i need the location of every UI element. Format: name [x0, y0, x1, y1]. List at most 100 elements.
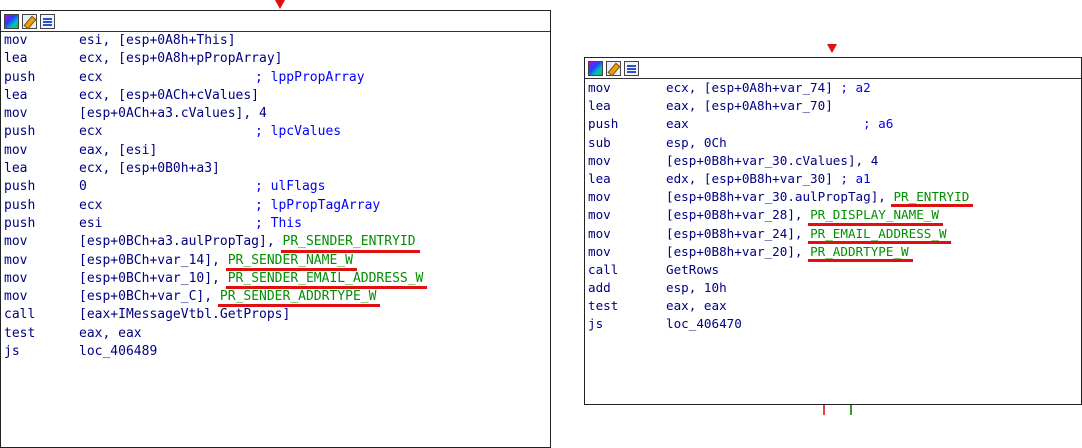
code-line[interactable]: test eax, eax [585, 297, 1081, 315]
code-line[interactable]: mov [esp+0BCh+var_10], PR_SENDER_EMAIL_AD… [1, 270, 550, 290]
code-block-right[interactable]: mov ecx, [esp+0A8h+var_74] ; a2 lea eax, [e… [584, 57, 1082, 405]
operands[interactable]: [esp+0B8h+var_30.aulPropTag], [666, 188, 893, 206]
code-line[interactable]: push ecx ; lpPropTagArray [1, 197, 550, 215]
list-view-icon[interactable] [40, 13, 55, 29]
operands[interactable]: ecx [79, 123, 102, 141]
operands[interactable]: esp, 10h [666, 279, 727, 297]
operands[interactable]: ecx, [esp+0B0h+a3] [79, 160, 220, 178]
graph-view-icon[interactable] [4, 13, 19, 29]
edit-icon[interactable] [606, 60, 621, 76]
property-tag-constant[interactable]: PR_SENDER_NAME_W [225, 252, 358, 272]
operands[interactable]: esi, [esp+0A8h+This] [79, 32, 236, 50]
property-tag-constant[interactable]: PR_ENTRYID [891, 188, 974, 208]
code-line[interactable]: test eax, eax [1, 325, 550, 343]
operands[interactable]: [esp+0BCh+var_C], [79, 288, 220, 306]
mnemonic[interactable]: push [585, 115, 666, 133]
code-line[interactable]: push 0 ; ulFlags [1, 178, 550, 196]
code-line[interactable]: lea edx, [esp+0B8h+var_30] ; a1 [585, 170, 1081, 188]
code-line[interactable]: lea ecx, [esp+0A8h+pPropArray] [1, 50, 550, 68]
code-line[interactable]: sub esp, 0Ch [585, 134, 1081, 152]
operands[interactable]: 0 [79, 178, 87, 196]
code-line[interactable]: mov [esp+0B8h+var_30.cValues], 4 [585, 152, 1081, 170]
operands[interactable]: [esp+0BCh+var_10], [79, 270, 228, 288]
mnemonic[interactable]: mov [585, 79, 666, 97]
code-line[interactable]: push ecx ; lpcValues [1, 123, 550, 141]
code-line[interactable]: mov esi, [esp+0A8h+This] [1, 32, 550, 50]
code-line[interactable]: mov [esp+0B8h+var_28], PR_DISPLAY_NAME_W [585, 206, 1081, 226]
mnemonic[interactable]: mov [1, 233, 79, 251]
mnemonic[interactable]: sub [585, 134, 666, 152]
operands[interactable]: [esp+0BCh+a3.aulPropTag], [79, 233, 283, 251]
operands[interactable]: ecx, [esp+0A8h+pPropArray] [79, 50, 283, 68]
code-line[interactable]: mov [esp+0BCh+var_14], PR_SENDER_NAME_W [1, 252, 550, 272]
operands[interactable]: [esp+0B8h+var_24], [666, 225, 810, 243]
mnemonic[interactable]: mov [1, 32, 79, 50]
operands[interactable]: [esp+0BCh+var_14], [79, 252, 228, 270]
code-line[interactable]: lea eax, [esp+0A8h+var_70] [585, 97, 1081, 115]
code-line[interactable]: mov [esp+0B8h+var_20], PR_ADDRTYPE_W [585, 243, 1081, 263]
mnemonic[interactable]: js [585, 315, 666, 333]
graph-view-icon[interactable] [588, 60, 603, 76]
operands[interactable]: ecx, [esp+0A8h+var_74] [666, 79, 840, 97]
code-block-left[interactable]: mov esi, [esp+0A8h+This] lea ecx, [esp+0A8h… [0, 10, 551, 448]
mnemonic[interactable]: js [1, 343, 79, 361]
mnemonic[interactable]: call [1, 306, 79, 324]
operands[interactable]: GetRows [666, 261, 719, 279]
code-line[interactable]: push esi ; This [1, 215, 550, 233]
operands[interactable]: [esp+0B8h+var_28], [666, 206, 810, 224]
property-tag-constant[interactable]: PR_SENDER_ENTRYID [280, 233, 420, 253]
code-line[interactable]: mov [esp+0ACh+a3.cValues], 4 [1, 105, 550, 123]
mnemonic[interactable]: mov [585, 188, 666, 206]
code-line[interactable]: lea ecx, [esp+0B0h+a3] [1, 160, 550, 178]
operands[interactable]: [esp+0B8h+var_30.cValues], 4 [666, 152, 878, 170]
list-view-icon[interactable] [624, 60, 639, 76]
mnemonic[interactable]: push [1, 197, 79, 215]
operands[interactable]: eax, [esi] [79, 142, 157, 160]
property-tag-constant[interactable]: PR_DISPLAY_NAME_W [808, 206, 943, 226]
code-line[interactable]: push eax ; a6 [585, 115, 1081, 133]
operands[interactable]: [eax+IMessageVtbl.GetProps] [79, 306, 290, 324]
code-line[interactable]: mov [esp+0B8h+var_30.aulPropTag], PR_ENTR… [585, 188, 1081, 208]
operands[interactable]: [esp+0B8h+var_20], [666, 243, 810, 261]
mnemonic[interactable]: add [585, 279, 666, 297]
operands[interactable]: edx, [esp+0B8h+var_30] [666, 170, 840, 188]
code-line[interactable]: push ecx ; lppPropArray [1, 69, 550, 87]
property-tag-constant[interactable]: PR_EMAIL_ADDRESS_W [808, 225, 952, 244]
mnemonic[interactable]: test [585, 297, 666, 315]
mnemonic[interactable]: mov [585, 206, 666, 224]
mnemonic[interactable]: push [1, 178, 79, 196]
code-line[interactable]: mov [esp+0B8h+var_24], PR_EMAIL_ADDRESS_W [585, 225, 1081, 244]
mnemonic[interactable]: lea [585, 170, 666, 188]
code-line[interactable]: mov [esp+0BCh+a3.aulPropTag], PR_SENDER_E… [1, 233, 550, 253]
code-line[interactable]: mov ecx, [esp+0A8h+var_74] ; a2 [585, 79, 1081, 97]
code-line[interactable]: add esp, 10h [585, 279, 1081, 297]
mnemonic[interactable]: mov [585, 152, 666, 170]
mnemonic[interactable]: push [1, 123, 79, 141]
mnemonic[interactable]: mov [585, 225, 666, 243]
code-line[interactable]: mov [esp+0BCh+var_C], PR_SENDER_ADDRTYPE_… [1, 288, 550, 308]
edit-icon[interactable] [22, 13, 37, 29]
mnemonic[interactable]: lea [1, 87, 79, 105]
code-line[interactable]: call GetRows [585, 261, 1081, 279]
mnemonic[interactable]: mov [1, 288, 79, 306]
operands[interactable]: loc_406489 [79, 343, 157, 361]
mnemonic[interactable]: mov [1, 252, 79, 270]
code-line[interactable]: lea ecx, [esp+0ACh+cValues] [1, 87, 550, 105]
operands[interactable]: loc_406470 [666, 315, 742, 333]
code-line[interactable]: call [eax+IMessageVtbl.GetProps] [1, 306, 550, 324]
mnemonic[interactable]: lea [1, 50, 79, 68]
operands[interactable]: [esp+0ACh+a3.cValues], 4 [79, 105, 267, 123]
operands[interactable]: ecx, [esp+0ACh+cValues] [79, 87, 259, 105]
mnemonic[interactable]: mov [1, 270, 79, 288]
property-tag-constant[interactable]: PR_ADDRTYPE_W [808, 243, 913, 263]
mnemonic[interactable]: push [1, 69, 79, 87]
mnemonic[interactable]: lea [1, 160, 79, 178]
operands[interactable]: ecx [79, 197, 102, 215]
operands[interactable]: esp, 0Ch [666, 134, 727, 152]
property-tag-constant[interactable]: PR_SENDER_EMAIL_ADDRESS_W [225, 270, 428, 290]
property-tag-constant[interactable]: PR_SENDER_ADDRTYPE_W [217, 288, 380, 308]
mnemonic[interactable]: mov [1, 105, 79, 123]
mnemonic[interactable]: mov [1, 142, 79, 160]
code-line[interactable]: js loc_406489 [1, 343, 550, 361]
operands[interactable]: esi [79, 215, 102, 233]
